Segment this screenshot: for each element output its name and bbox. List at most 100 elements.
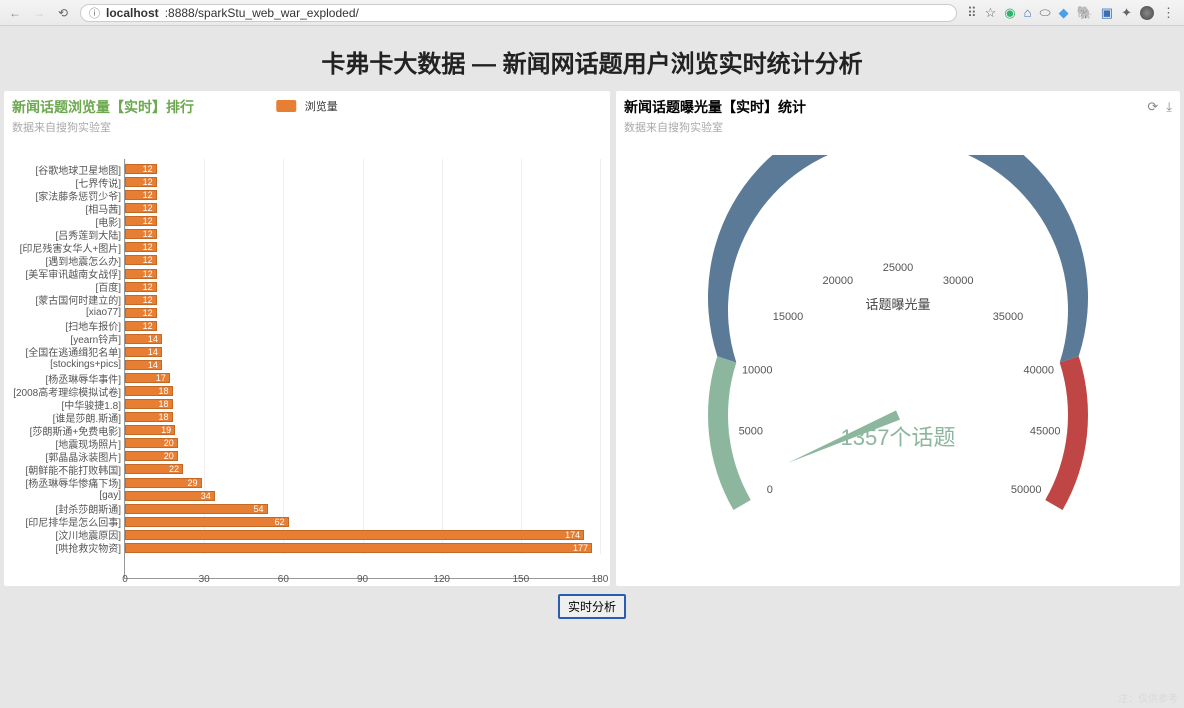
gauge-tick-label: 5000 (739, 425, 763, 437)
bar[interactable]: 18 (125, 399, 173, 409)
ext-icon-7[interactable]: ✦ (1121, 5, 1132, 21)
page-title: 卡弗卡大数据 — 新闻网话题用户浏览实时统计分析 (0, 26, 1184, 91)
bar[interactable]: 12 (125, 242, 157, 252)
panel-bar-chart: 新闻话题浏览量【实时】排行 浏览量 数据来自搜狗实验室 [谷歌地球卫星地图]12… (4, 91, 610, 586)
bar-row: [相马茜]12 (125, 202, 600, 214)
analyze-button[interactable]: 实时分析 (558, 594, 626, 619)
bar-value-label: 14 (148, 334, 158, 344)
bar[interactable]: 12 (125, 177, 157, 187)
bar-row: [汶川地震原因]174 (125, 529, 600, 541)
bar-category-label: [蒙古国何时建立的] (9, 292, 121, 307)
bar-value-label: 12 (143, 216, 153, 226)
bar-row: [地震现场照片]20 (125, 437, 600, 449)
bar-value-label: 20 (164, 451, 174, 461)
gauge-tick-label: 30000 (943, 275, 974, 287)
bar-row: [印尼残害女华人+图片]12 (125, 241, 600, 253)
bar[interactable]: 22 (125, 464, 183, 474)
bar-row: [莎朗斯通+免费电影]19 (125, 424, 600, 436)
bar-value-label: 14 (148, 347, 158, 357)
bar[interactable]: 62 (125, 517, 289, 527)
bar-row: [郭晶晶泳装图片]20 (125, 450, 600, 462)
ext-icon-3[interactable]: ⬭ (1040, 5, 1051, 21)
bar[interactable]: 29 (125, 478, 202, 488)
legend-label: 浏览量 (305, 101, 338, 113)
bar[interactable]: 14 (125, 360, 162, 370)
bar[interactable]: 14 (125, 347, 162, 357)
url-host: localhost (106, 6, 159, 20)
url-bar[interactable]: ⓘ localhost:8888/sparkStu_web_war_explod… (80, 4, 957, 22)
bar[interactable]: 12 (125, 229, 157, 239)
bar-row: [朝鲜能不能打败韩国]22 (125, 463, 600, 475)
bar-row: [封杀莎朗斯通]54 (125, 503, 600, 515)
gauge-tick-label: 15000 (773, 311, 804, 323)
gauge-tick-label: 25000 (883, 262, 914, 274)
bar-row: [蒙古国何时建立的]12 (125, 294, 600, 306)
gauge-segment (708, 155, 1088, 362)
bar[interactable]: 12 (125, 282, 157, 292)
bar[interactable]: 12 (125, 321, 157, 331)
ext-icon-6[interactable]: ▣ (1101, 5, 1113, 21)
bar-value-label: 12 (143, 308, 153, 318)
browser-menu[interactable]: ⋮ (1162, 5, 1176, 21)
translate-icon[interactable]: ⠿ (967, 5, 977, 21)
bar-row: [遇到地震怎么办]12 (125, 254, 600, 266)
bar[interactable]: 12 (125, 203, 157, 213)
bar[interactable]: 12 (125, 308, 157, 318)
bar-value-label: 12 (143, 282, 153, 292)
x-tick: 60 (278, 574, 289, 585)
bar[interactable]: 12 (125, 216, 157, 226)
x-tick: 180 (592, 574, 609, 585)
bar[interactable]: 174 (125, 530, 584, 540)
bar[interactable]: 19 (125, 425, 175, 435)
bar-chart-legend[interactable]: 浏览量 (276, 97, 337, 115)
bar-value-label: 12 (143, 242, 153, 252)
bar[interactable]: 54 (125, 504, 268, 514)
bar[interactable]: 20 (125, 438, 178, 448)
watermark: 注：仅供参考 (1118, 690, 1178, 705)
bar[interactable]: 12 (125, 190, 157, 200)
x-tick: 150 (512, 574, 529, 585)
bar[interactable]: 20 (125, 451, 178, 461)
star-icon[interactable]: ☆ (985, 5, 997, 21)
bar-row: [七界传说]12 (125, 176, 600, 188)
bar-row: [吕秀莲到大陆]12 (125, 228, 600, 240)
x-tick: 30 (199, 574, 210, 585)
bar-row: [印尼排华是怎么回事]62 (125, 516, 600, 528)
bar[interactable]: 177 (125, 543, 592, 553)
reload-button[interactable]: ⟲ (56, 6, 70, 20)
forward-button[interactable]: → (32, 6, 46, 20)
download-icon[interactable]: ⤓ (1166, 99, 1172, 115)
bar[interactable]: 18 (125, 386, 173, 396)
bar-value-label: 54 (253, 504, 263, 514)
ext-icon-2[interactable]: ⌂ (1024, 5, 1032, 20)
ext-icon-5[interactable]: 🐘 (1077, 5, 1093, 21)
bar[interactable]: 18 (125, 412, 173, 422)
bar[interactable]: 12 (125, 255, 157, 265)
bar[interactable]: 34 (125, 491, 215, 501)
ext-icon-1[interactable]: ◉ (1004, 5, 1015, 21)
bar[interactable]: 12 (125, 295, 157, 305)
bar-value-label: 18 (158, 386, 168, 396)
bar[interactable]: 12 (125, 269, 157, 279)
bar-value-label: 19 (161, 425, 171, 435)
gauge-tick-label: 10000 (742, 364, 773, 376)
bar-row: [谷歌地球卫星地图]12 (125, 163, 600, 175)
bar[interactable]: 12 (125, 164, 157, 174)
bar-chart-title: 新闻话题浏览量【实时】排行 (12, 97, 194, 117)
bar-row: [扫地车报价]12 (125, 320, 600, 332)
bar[interactable]: 17 (125, 373, 170, 383)
profile-avatar[interactable] (1140, 6, 1154, 20)
bar-value-label: 22 (169, 464, 179, 474)
back-button[interactable]: ← (8, 6, 22, 20)
toolbar-extensions: ⠿ ☆ ◉ ⌂ ⬭ ◆ 🐘 ▣ ✦ ⋮ (967, 5, 1176, 21)
x-tick: 90 (357, 574, 368, 585)
bar[interactable]: 14 (125, 334, 162, 344)
bar-value-label: 18 (158, 399, 168, 409)
refresh-icon[interactable]: ⟳ (1147, 99, 1158, 115)
bar-row: [stockings+pics]14 (125, 359, 600, 371)
bar-chart-plot: [谷歌地球卫星地图]12[七界传说]12[家法藤条惩罚少爷]12[相马茜]12[… (124, 159, 600, 579)
bar-value-label: 18 (158, 412, 168, 422)
ext-icon-4[interactable]: ◆ (1059, 5, 1069, 21)
bar-value-label: 12 (143, 321, 153, 331)
site-info-icon[interactable]: ⓘ (89, 5, 100, 21)
